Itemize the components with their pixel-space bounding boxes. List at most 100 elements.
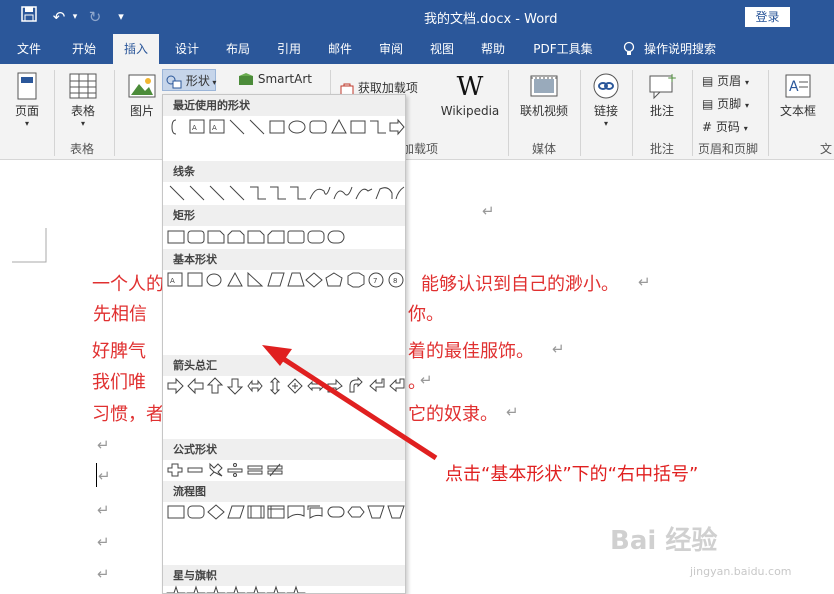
shapes-gallery: 最近使用的形状 A A 线条 矩形 基本形状 A 7 8 箭头总汇 公式形状 流… [162,94,406,594]
picture-label: 图片 [129,104,154,118]
link-icon [593,73,619,99]
tab-layout[interactable]: 布局 [217,34,259,64]
tab-insert[interactable]: 插入 [113,34,159,64]
save-icon[interactable] [18,6,40,28]
document-title: 我的文档.docx - Word [424,12,558,27]
paragraph-mark: ↵ [97,501,110,519]
link-button[interactable]: 链接 ▾ [586,72,626,128]
table-label: 表格 [70,104,95,118]
header-footer-group-label: 页眉和页脚 [698,142,759,156]
section-recent-shapes: 最近使用的形状 [163,95,405,116]
video-icon [530,75,558,97]
separator [508,70,509,156]
rectangles-row[interactable] [166,227,406,247]
svg-text:7: 7 [373,277,377,285]
section-flowchart: 流程图 [163,481,405,502]
tell-me-search[interactable]: 操作说明搜索 [640,34,720,64]
smartart-label: SmartArt [257,72,312,86]
undo-dropdown-icon[interactable]: ▾ [64,6,86,28]
separator [768,70,769,156]
lightbulb-icon [618,34,640,64]
basic-shapes-grid[interactable]: A 7 8 10 12 [166,270,406,290]
textbox-button[interactable]: A 文本框 [776,72,820,119]
equation-shapes-row[interactable] [166,460,406,480]
block-arrows-grid[interactable] [166,376,406,396]
annotation-text: 点击“基本形状”下的“右中括号” [445,464,699,485]
tab-review[interactable]: 审阅 [370,34,412,64]
pages-button[interactable]: 页面 ▾ [8,72,46,128]
comments-group-label: 批注 [650,142,675,156]
tab-help[interactable]: 帮助 [472,34,514,64]
text-cursor [96,463,97,487]
lines-row[interactable] [166,183,406,203]
svg-text:A: A [170,277,175,285]
login-button[interactable]: 登录 [745,7,790,27]
tab-pdf-tools[interactable]: PDF工具集 [523,34,603,64]
comment-button[interactable]: + 批注 [640,72,684,119]
tab-file[interactable]: 文件 [8,34,50,64]
get-addins-label: 获取加载项 [357,81,418,95]
separator [114,70,115,156]
title-bar: ↶ ▾ ↻ ▾ 我的文档.docx - Word 登录 [0,0,834,34]
textbox-label: 文本框 [779,104,816,118]
redo-icon[interactable]: ↻ [84,6,106,28]
svg-text:8: 8 [393,277,397,285]
table-button[interactable]: 表格 ▾ [62,72,104,128]
shapes-icon [166,75,182,88]
page-icon [17,72,37,100]
wikipedia-button[interactable]: W Wikipedia [440,72,500,118]
svg-text:A: A [789,79,799,95]
paragraph-mark: ↵ [420,371,433,389]
wikipedia-label: Wikipedia [440,104,500,118]
text-group-label: 文 [820,142,833,156]
margin-corner-mark [12,228,47,263]
paragraph-mark: ↵ [97,533,110,551]
tab-home[interactable]: 开始 [63,34,105,64]
header-icon: ▤ [702,74,714,88]
paragraph-mark: ↵ [552,340,565,358]
doc-line-5-left: 习惯，者 [92,404,164,425]
separator [54,70,55,156]
doc-line-4-left: 我们唯 [92,372,146,393]
svg-text:A: A [212,124,217,132]
shapes-label: 形状 [185,74,210,88]
customize-qa-icon[interactable]: ▾ [110,6,132,28]
shapes-button[interactable]: 形状 ▾ [162,69,216,91]
ribbon: 页面 ▾ 表格 ▾ 表格 图片 形状 ▾ SmartArt 获取加载项 加载项 … [0,64,834,160]
footer-button[interactable]: ▤ 页脚 ▾ [702,95,749,112]
wikipedia-icon: W [456,72,484,102]
tab-view[interactable]: 视图 [421,34,463,64]
table-icon [69,73,97,99]
section-stars-banners: 星与旗帜 [163,565,405,586]
page-number-button[interactable]: # 页码 ▾ [702,118,748,135]
smartart-button[interactable]: SmartArt [238,72,312,87]
stars-banners-row[interactable] [166,585,406,594]
tables-group-label: 表格 [70,142,95,156]
section-lines: 线条 [163,161,405,182]
separator [692,70,693,156]
flowchart-grid[interactable] [166,502,406,522]
paragraph-mark: ↵ [482,202,495,220]
comment-label: 批注 [649,104,674,118]
section-basic-shapes: 基本形状 [163,249,405,270]
separator [632,70,633,156]
paragraph-mark: ↵ [97,565,110,583]
doc-line-3-right: 着的最佳服饰。 [408,341,534,362]
header-button[interactable]: ▤ 页眉 ▾ [702,72,749,89]
doc-line-3-left: 好脾气 [92,341,146,362]
paragraph-mark: ↵ [506,403,519,421]
recent-shapes-row[interactable]: A A [166,117,406,137]
picture-button[interactable]: 图片 [122,72,162,119]
smartart-icon [239,72,253,85]
watermark-logo: Bai 经验 [610,526,718,556]
comment-icon: + [649,72,676,100]
page-number-icon: # [702,120,713,134]
tab-design[interactable]: 设计 [166,34,208,64]
online-video-button[interactable]: 联机视频 [516,72,572,119]
tab-mailings[interactable]: 邮件 [319,34,361,64]
addins-group-label: 加载项 [402,142,439,156]
tab-references[interactable]: 引用 [268,34,310,64]
doc-line-2-left: 先相信 [93,304,147,325]
section-equation-shapes: 公式形状 [163,439,405,460]
footer-icon: ▤ [702,97,714,111]
